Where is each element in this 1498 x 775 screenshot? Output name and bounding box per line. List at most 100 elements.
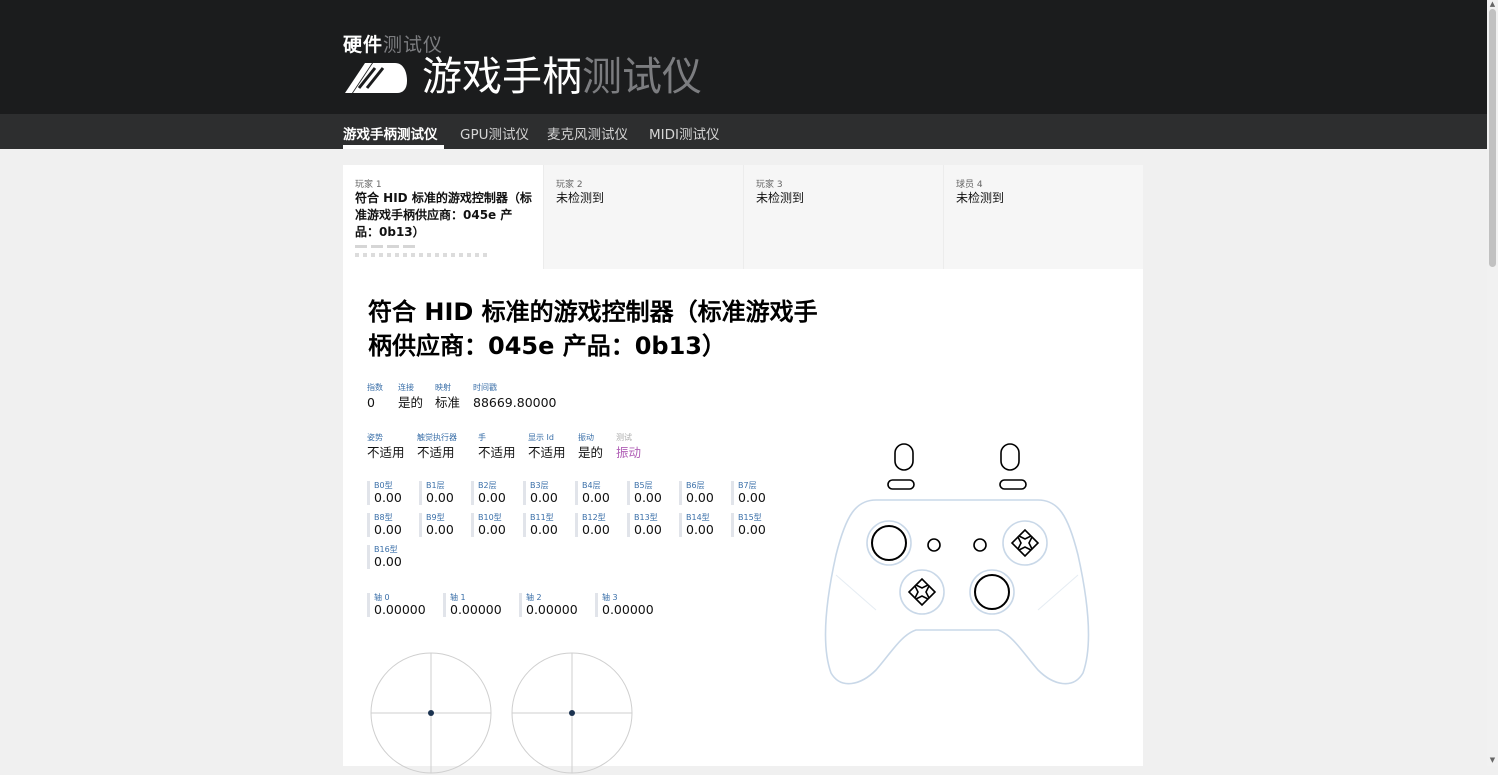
button-value-b5: B5层 0.00	[627, 481, 674, 505]
button-value-b12: B12型 0.00	[575, 513, 622, 537]
info-timestamp: 时间戳 88669.80000	[473, 383, 557, 411]
info-haptic-actuators: 触觉执行器 不适用	[417, 433, 457, 461]
info-mapping: 映射 标准	[435, 383, 460, 411]
info-display-id: 显示 Id 不适用	[528, 433, 566, 461]
scroll-down-arrow-icon[interactable]: ▼	[1488, 756, 1497, 765]
player-tabs: 玩家 1 符合 HID 标准的游戏控制器（标准游戏手柄供应商：045e 产品：0…	[343, 165, 1143, 269]
button-value-b15: B15型 0.00	[731, 513, 778, 537]
button-value: 0.00	[582, 490, 610, 505]
nav-item-midi-tester[interactable]: MIDI测试仪	[649, 123, 720, 143]
info-label: 连接	[398, 383, 414, 392]
button-value-b6: B6层 0.00	[679, 481, 726, 505]
button-value: 0.00	[478, 490, 506, 505]
left-bumper-icon	[887, 479, 915, 490]
axis-value-3: 轴 3 0.00000	[595, 593, 654, 617]
button-value-b0: B0型 0.00	[367, 481, 414, 505]
axis-value: 0.00000	[526, 602, 578, 617]
gamepad-logo-icon	[345, 63, 407, 93]
button-value-b3: B3层 0.00	[523, 481, 570, 505]
nav-item-gpu-tester[interactable]: GPU测试仪	[460, 123, 529, 143]
button-value: 0.00	[686, 490, 714, 505]
button-value-b16: B16型 0.00	[367, 545, 414, 569]
controller-diagram	[824, 443, 1090, 685]
info-value: 不适用	[417, 445, 455, 460]
controller-title: 符合 HID 标准的游戏控制器（标准游戏手柄供应商：045e 产品：0b13）	[368, 298, 818, 360]
brand-big-bold: 游戏手柄	[422, 54, 582, 100]
info-label: 振动	[578, 433, 594, 442]
button-state-indicator	[355, 245, 487, 257]
main-panel: 玩家 1 符合 HID 标准的游戏控制器（标准游戏手柄供应商：045e 产品：0…	[343, 165, 1143, 774]
info-value: 不适用	[367, 445, 405, 460]
info-connected: 连接 是的	[398, 383, 423, 411]
tab-player-label: 玩家 1	[355, 180, 382, 190]
button-value-b1: B1层 0.00	[419, 481, 466, 505]
right-trigger-icon	[1000, 443, 1020, 471]
button-value-b2: B2层 0.00	[471, 481, 518, 505]
info-label: 映射	[435, 383, 451, 392]
button-value-b9: B9型 0.00	[419, 513, 466, 537]
button-value-b13: B13型 0.00	[627, 513, 674, 537]
button-value-b11: B11型 0.00	[523, 513, 570, 537]
page-brand-title: 游戏手柄测试仪	[422, 52, 702, 102]
button-value: 0.00	[738, 490, 766, 505]
button-value: 0.00	[374, 522, 402, 537]
controller-body-icon	[824, 499, 1090, 685]
info-value: 是的	[578, 445, 604, 460]
button-value: 0.00	[426, 522, 454, 537]
tab-player-label: 球员 4	[956, 180, 983, 190]
info-value: 是的	[398, 395, 424, 410]
tab-player-name: 未检测到	[956, 191, 1005, 205]
nav-item-gamepad-tester[interactable]: 游戏手柄测试仪	[343, 123, 438, 143]
info-vibration: 振动 是的	[578, 433, 603, 461]
info-label: 显示 Id	[528, 433, 554, 442]
right-bumper-icon	[999, 479, 1027, 490]
axis-value-0: 轴 0 0.00000	[367, 593, 426, 617]
info-label: 手	[478, 433, 486, 442]
info-value: 不适用	[528, 445, 566, 460]
left-stick-visualizer	[370, 652, 492, 774]
button-value: 0.00	[530, 522, 558, 537]
button-value-b14: B14型 0.00	[679, 513, 726, 537]
info-label: 姿势	[367, 433, 383, 442]
info-index: 指数 0	[367, 383, 383, 411]
tab-player-4[interactable]: 球员 4 未检测到	[943, 165, 1143, 269]
info-value: 88669.80000	[473, 395, 557, 410]
face-buttons-icon	[1010, 528, 1040, 558]
info-value: 标准	[435, 395, 461, 410]
button-value: 0.00	[426, 490, 454, 505]
left-trigger-icon	[894, 443, 914, 471]
vibration-test-link[interactable]: 振动	[616, 445, 641, 461]
button-value: 0.00	[530, 490, 558, 505]
dpad-icon	[907, 577, 937, 607]
button-value: 0.00	[374, 554, 402, 569]
button-value-b10: B10型 0.00	[471, 513, 518, 537]
scrollbar-thumb[interactable]	[1489, 9, 1496, 267]
nav-item-mic-tester[interactable]: 麦克风测试仪	[547, 123, 628, 143]
nav-active-indicator	[343, 145, 444, 149]
info-label: 时间戳	[473, 383, 497, 392]
top-nav: 游戏手柄测试仪 GPU测试仪 麦克风测试仪 MIDI测试仪	[0, 114, 1487, 149]
tab-player-3[interactable]: 玩家 3 未检测到	[743, 165, 943, 269]
tab-player-label: 玩家 3	[756, 180, 783, 190]
button-value: 0.00	[686, 522, 714, 537]
right-stick-visualizer	[511, 652, 633, 774]
app-header: 硬件测试仪 游戏手柄测试仪	[0, 0, 1487, 114]
scroll-up-arrow-icon[interactable]: ▲	[1488, 0, 1497, 9]
info-test: 测试 振动	[616, 433, 641, 461]
brand-small-bold: 硬件	[343, 34, 384, 56]
axis-value-2: 轴 2 0.00000	[519, 593, 578, 617]
tab-player-1[interactable]: 玩家 1 符合 HID 标准的游戏控制器（标准游戏手柄供应商：045e 产品：0…	[343, 165, 543, 269]
axis-value: 0.00000	[602, 602, 654, 617]
info-hand: 手 不适用	[478, 433, 516, 461]
tab-player-2[interactable]: 玩家 2 未检测到	[543, 165, 743, 269]
tab-player-name: 未检测到	[756, 191, 805, 205]
button-value-b7: B7层 0.00	[731, 481, 778, 505]
button-value: 0.00	[582, 522, 610, 537]
info-pose: 姿势 不适用	[367, 433, 405, 461]
info-value: 0	[367, 395, 375, 410]
back-button-icon	[927, 538, 941, 552]
button-value: 0.00	[478, 522, 506, 537]
info-label: 触觉执行器	[417, 433, 457, 442]
brand-big-light: 测试仪	[582, 54, 702, 100]
button-value-b4: B4层 0.00	[575, 481, 622, 505]
